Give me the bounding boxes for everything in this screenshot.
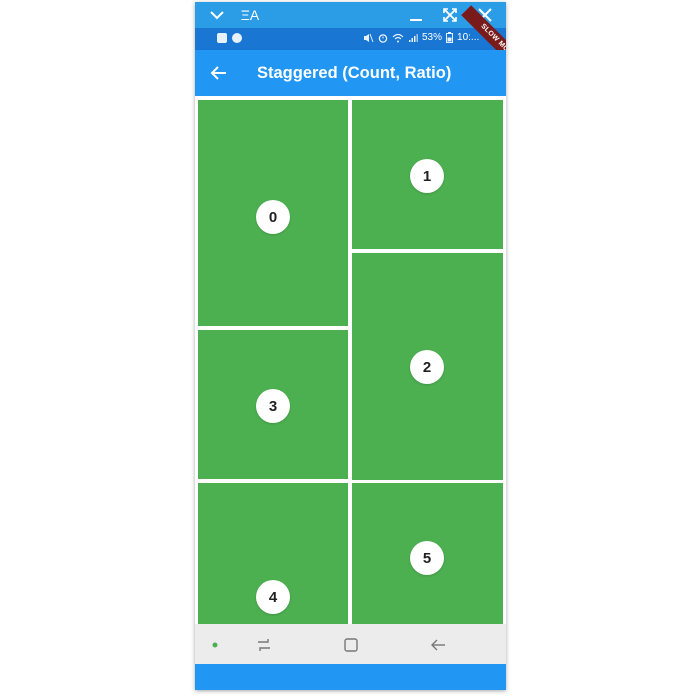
staggered-grid: 0 1 2 3 4 5 bbox=[195, 96, 506, 624]
battery-percent: 53% bbox=[422, 32, 443, 43]
home-icon[interactable] bbox=[340, 634, 362, 656]
signal-icon bbox=[409, 33, 418, 42]
back-icon[interactable] bbox=[427, 634, 449, 656]
tile-index-badge: 2 bbox=[410, 350, 444, 384]
tile-index-badge: 1 bbox=[410, 159, 444, 193]
status-indicators: 53% 10:... bbox=[363, 32, 479, 43]
window-caption-label: ΞA bbox=[240, 7, 260, 23]
grid-tile-4[interactable]: 4 bbox=[198, 483, 348, 624]
fullscreen-icon[interactable] bbox=[439, 5, 461, 25]
wifi-icon bbox=[392, 33, 404, 42]
notification-sync-icon bbox=[232, 33, 242, 43]
grid-tile-1[interactable]: 1 bbox=[352, 100, 503, 249]
status-bar: 53% 10:... bbox=[195, 28, 506, 50]
alarm-icon bbox=[378, 33, 388, 43]
grid-tile-0[interactable]: 0 bbox=[198, 100, 348, 326]
minimize-icon[interactable] bbox=[405, 5, 427, 25]
device-window: ΞA 53% 10:... SLOW Staggered (Count, Rat… bbox=[195, 2, 506, 690]
arrow-back-icon[interactable] bbox=[208, 62, 230, 84]
dot-indicator-icon bbox=[204, 634, 226, 656]
notification-icons bbox=[217, 33, 242, 43]
window-title-bar: ΞA bbox=[195, 2, 506, 28]
grid-tile-2[interactable]: 2 bbox=[352, 253, 503, 480]
navigation-bar bbox=[195, 624, 506, 664]
chevron-down-icon[interactable] bbox=[206, 5, 228, 25]
tile-index-badge: 4 bbox=[256, 580, 290, 614]
tile-index-badge: 0 bbox=[256, 200, 290, 234]
page-title: Staggered (Count, Ratio) bbox=[257, 64, 452, 82]
grid-tile-5[interactable]: 5 bbox=[352, 483, 503, 624]
mute-icon bbox=[364, 33, 374, 42]
notification-app-icon bbox=[217, 33, 227, 43]
grid-tile-3[interactable]: 3 bbox=[198, 330, 348, 479]
clock-time: 10:... bbox=[457, 32, 480, 43]
window-bottom-strip bbox=[195, 664, 506, 690]
app-bar: Staggered (Count, Ratio) bbox=[195, 50, 506, 96]
tile-index-badge: 3 bbox=[256, 389, 290, 423]
battery-icon bbox=[446, 32, 454, 43]
tile-index-badge: 5 bbox=[410, 541, 444, 575]
recents-icon[interactable] bbox=[253, 634, 275, 656]
